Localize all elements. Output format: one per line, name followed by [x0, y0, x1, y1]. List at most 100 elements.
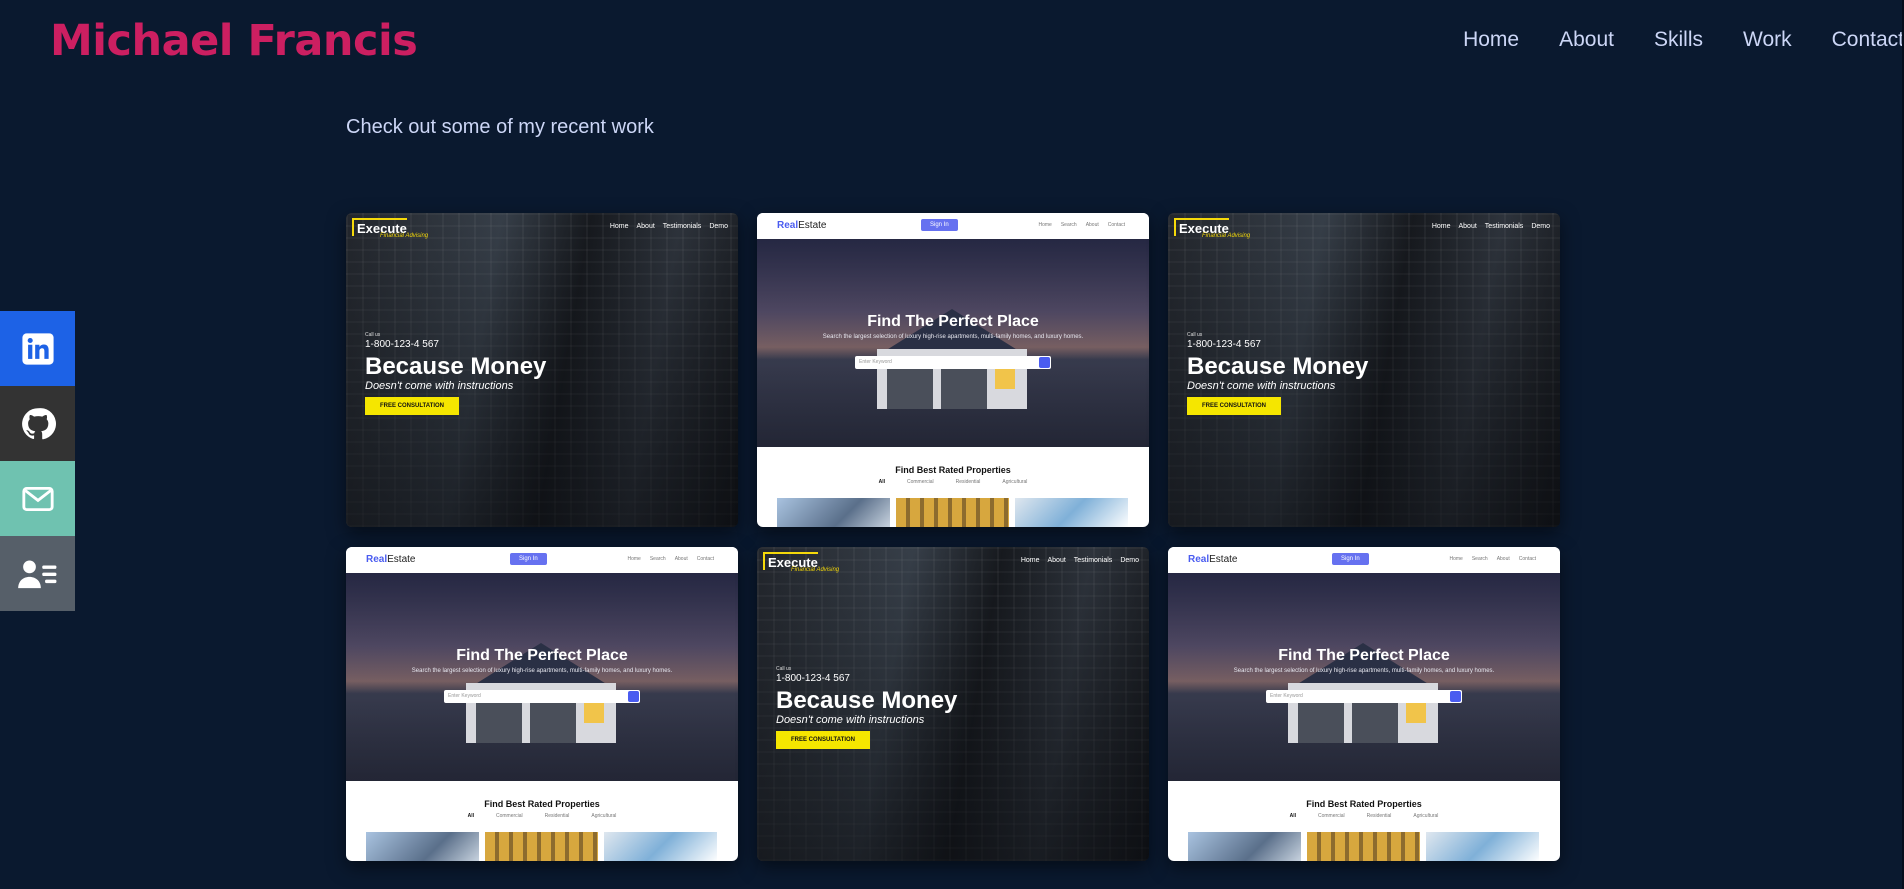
project-nav: Home About Testimonials Demo: [1021, 557, 1139, 564]
section-title: Find Best Rated Properties: [1306, 799, 1422, 809]
nav-about[interactable]: About: [1559, 28, 1614, 52]
project-nav-item: Testimonials: [1484, 223, 1524, 230]
hero-title: Find The Perfect Place: [867, 313, 1039, 330]
nav-contact[interactable]: Contact: [1832, 28, 1904, 52]
project-navbar: RealEstate Sign In Home Search About Con…: [1168, 547, 1560, 573]
search-icon: [1039, 357, 1050, 368]
project-nav-item: Home: [1020, 557, 1040, 564]
project-nav-item: About: [1085, 222, 1099, 228]
project-logo-sub: Financial Advising: [380, 233, 429, 239]
project-nav-item: About: [1496, 556, 1510, 562]
resume-link[interactable]: [0, 536, 75, 611]
project-card-realestate[interactable]: RealEstate Sign In Home Search About Con…: [1168, 547, 1560, 861]
hero-subtitle: Search the largest selection of luxury h…: [1233, 668, 1495, 674]
project-nav-item: About: [1458, 223, 1477, 230]
property-thumbnails: [366, 832, 717, 861]
project-logo: RealEstate: [366, 554, 416, 565]
nav-work[interactable]: Work: [1743, 28, 1792, 52]
cta-button: FREE CONSULTATION: [365, 397, 459, 415]
project-nav-item: About: [674, 556, 688, 562]
resume-icon: [17, 560, 56, 588]
project-navbar: RealEstate Sign In Home Search About Con…: [346, 547, 738, 573]
hero-headline: Because Money: [365, 353, 547, 380]
call-label: Call us: [1187, 332, 1203, 338]
project-logo-sub: Financial Advising: [1202, 233, 1251, 239]
hero-tagline: Doesn't come with instructions: [776, 714, 925, 726]
cta-button: FREE CONSULTATION: [776, 731, 870, 749]
social-sidebar: [0, 311, 75, 611]
linkedin-link[interactable]: [0, 311, 75, 386]
section-title: Find Best Rated Properties: [484, 799, 600, 809]
phone-number: 1-800-123-4 567: [1187, 339, 1261, 350]
property-thumbnails: [777, 498, 1128, 527]
project-card-realestate[interactable]: RealEstate Sign In Home Search About Con…: [346, 547, 738, 861]
call-label: Call us: [365, 332, 381, 338]
signin-button: Sign In: [1332, 553, 1369, 565]
property-tab: Residential: [1366, 813, 1392, 819]
search-bar: Enter Keyword: [855, 356, 1051, 369]
cta-button: FREE CONSULTATION: [1187, 397, 1281, 415]
project-nav-item: Home: [1038, 222, 1052, 228]
property-tab: Agricultural: [1002, 479, 1028, 485]
email-link[interactable]: [0, 461, 75, 536]
project-nav: Home Search About Contact: [628, 556, 715, 562]
project-card-execute[interactable]: Execute Financial Advising Home About Te…: [757, 547, 1149, 861]
section-intro: Check out some of my recent work: [346, 116, 654, 138]
project-nav-item: Home: [1431, 223, 1451, 230]
search-bar: Enter Keyword: [444, 690, 640, 703]
project-card-execute[interactable]: Execute Financial Advising Home About Te…: [1168, 213, 1560, 527]
project-card-execute[interactable]: Execute Financial Advising Home About Te…: [346, 213, 738, 527]
nav-skills[interactable]: Skills: [1654, 28, 1703, 52]
project-nav-item: Testimonials: [662, 223, 702, 230]
house-hero: Find The Perfect Place Search the larges…: [757, 239, 1149, 447]
hero-tagline: Doesn't come with instructions: [1187, 380, 1336, 392]
property-thumbnails: [1188, 832, 1539, 861]
main-nav: Home About Skills Work Contact: [1463, 28, 1904, 52]
project-logo: RealEstate: [1188, 554, 1238, 565]
project-nav-item: About: [1047, 557, 1066, 564]
mail-icon: [21, 486, 54, 511]
project-card-realestate[interactable]: RealEstate Sign In Home Search About Con…: [757, 213, 1149, 527]
house-hero: Find The Perfect Place Search the larges…: [1168, 573, 1560, 781]
hero-tagline: Doesn't come with instructions: [365, 380, 514, 392]
property-tabs: All Commercial Residential Agricultural: [1168, 813, 1560, 819]
search-icon: [1450, 691, 1461, 702]
property-tabs: All Commercial Residential Agricultural: [346, 813, 738, 819]
project-nav: Home Search About Contact: [1450, 556, 1537, 562]
property-tab: Commercial: [906, 479, 934, 485]
house-hero: Find The Perfect Place Search the larges…: [346, 573, 738, 781]
project-navbar: RealEstate Sign In Home Search About Con…: [757, 213, 1149, 239]
project-nav-item: Home: [1449, 556, 1463, 562]
hero-title: Find The Perfect Place: [456, 647, 628, 664]
hero-subtitle: Search the largest selection of luxury h…: [822, 334, 1084, 340]
property-tab: Commercial: [495, 813, 523, 819]
brand-logo[interactable]: Michael Francis: [50, 16, 418, 66]
project-nav: Home About Testimonials Demo: [1432, 223, 1550, 230]
project-nav-item: Contact: [1518, 556, 1536, 562]
project-nav-item: Contact: [696, 556, 714, 562]
search-icon: [628, 691, 639, 702]
signin-button: Sign In: [921, 219, 958, 231]
property-tab: Agricultural: [1413, 813, 1439, 819]
project-nav: Home About Testimonials Demo: [610, 223, 728, 230]
phone-number: 1-800-123-4 567: [365, 339, 439, 350]
phone-number: 1-800-123-4 567: [776, 673, 850, 684]
project-nav-item: Contact: [1107, 222, 1125, 228]
signin-button: Sign In: [510, 553, 547, 565]
property-tab: All: [467, 813, 474, 819]
property-tab: All: [1289, 813, 1296, 819]
property-tab: All: [878, 479, 885, 485]
property-tabs: All Commercial Residential Agricultural: [757, 479, 1149, 485]
project-nav-item: Home: [627, 556, 641, 562]
project-nav-item: Search: [1471, 556, 1488, 562]
property-tab: Residential: [544, 813, 570, 819]
project-nav-item: Demo: [1531, 223, 1550, 230]
nav-home[interactable]: Home: [1463, 28, 1519, 52]
project-nav-item: About: [636, 223, 655, 230]
property-tab: Agricultural: [591, 813, 617, 819]
property-tab: Commercial: [1317, 813, 1345, 819]
header: Michael Francis Home About Skills Work C…: [0, 0, 1904, 86]
github-icon: [21, 407, 56, 439]
github-link[interactable]: [0, 386, 75, 461]
project-nav-item: Home: [609, 223, 629, 230]
